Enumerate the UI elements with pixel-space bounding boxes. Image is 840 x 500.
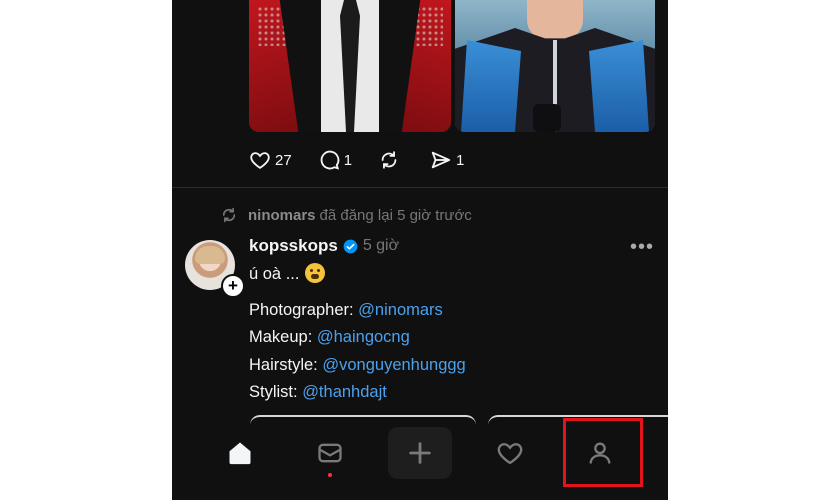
tab-activity-mail[interactable]: [310, 425, 350, 480]
post-divider: [172, 187, 668, 188]
send-icon: [431, 151, 451, 169]
photo-shape: [461, 40, 521, 132]
credit-line: Stylist: @thanhdajt: [249, 383, 387, 402]
more-options-icon[interactable]: •••: [630, 236, 654, 259]
share-count: 1: [456, 151, 465, 169]
comment-icon: [320, 150, 340, 170]
heart-icon: [250, 152, 270, 169]
share-button[interactable]: 1: [430, 149, 464, 171]
post-actions: 27 1 1: [249, 148, 490, 172]
repost-button[interactable]: [378, 149, 404, 171]
hand-over-mouth-emoji-icon: [305, 263, 326, 283]
verified-badge-icon: [343, 239, 358, 253]
tab-new-post[interactable]: [388, 427, 452, 479]
like-button[interactable]: 27: [249, 149, 292, 171]
credit-label: Makeup:: [249, 328, 317, 346]
post-header: kopsskops 5 giờ: [249, 236, 399, 256]
post-caption: ú oà ...: [249, 263, 326, 284]
avatar[interactable]: +: [185, 240, 245, 298]
tab-activity[interactable]: [490, 425, 530, 480]
mention-link[interactable]: @vonguyenhunggg: [322, 356, 465, 374]
home-icon: [229, 442, 251, 464]
mention-link[interactable]: @ninomars: [358, 301, 443, 319]
mention-link[interactable]: @thanhdajt: [302, 383, 387, 401]
avatar-hair: [195, 246, 225, 264]
tab-home[interactable]: [220, 425, 260, 480]
credit-line: Makeup: @haingocng: [249, 328, 410, 347]
repost-header[interactable]: ninomars đã đăng lại 5 giờ trước: [220, 206, 472, 224]
credit-label: Photographer:: [249, 301, 359, 319]
credit-label: Stylist:: [249, 383, 303, 401]
repost-icon: [381, 151, 397, 169]
caption-text: ú oà ...: [249, 265, 300, 283]
heart-icon: [497, 442, 523, 464]
credit-label: Hairstyle:: [249, 356, 323, 374]
repost-username[interactable]: ninomars: [248, 207, 316, 224]
profile-tab-highlight: [563, 418, 643, 487]
photo-shape: [589, 40, 649, 132]
repost-text: đã đăng lại 5 giờ trước: [319, 206, 472, 224]
post-media-carousel[interactable]: [249, 0, 655, 132]
reply-button[interactable]: 1: [318, 149, 352, 171]
media-card-peek[interactable]: [250, 415, 476, 425]
plus-icon: [409, 442, 431, 464]
follow-plus-icon[interactable]: +: [221, 274, 245, 298]
repost-icon: [222, 207, 236, 223]
photo-shape: [533, 104, 561, 132]
notification-dot: [328, 473, 332, 477]
photo-shape: [527, 0, 583, 40]
post-username[interactable]: kopsskops: [249, 236, 338, 256]
post-time: 5 giờ: [362, 237, 400, 254]
reply-count: 1: [343, 151, 353, 169]
post-photo-1[interactable]: [249, 0, 451, 132]
mail-icon: [318, 443, 342, 462]
post-photo-2[interactable]: [455, 0, 655, 132]
like-count: 27: [275, 151, 292, 169]
credit-line: Hairstyle: @vonguyenhunggg: [249, 356, 466, 375]
credit-line: Photographer: @ninomars: [249, 301, 443, 320]
mention-link[interactable]: @haingocng: [317, 328, 410, 346]
